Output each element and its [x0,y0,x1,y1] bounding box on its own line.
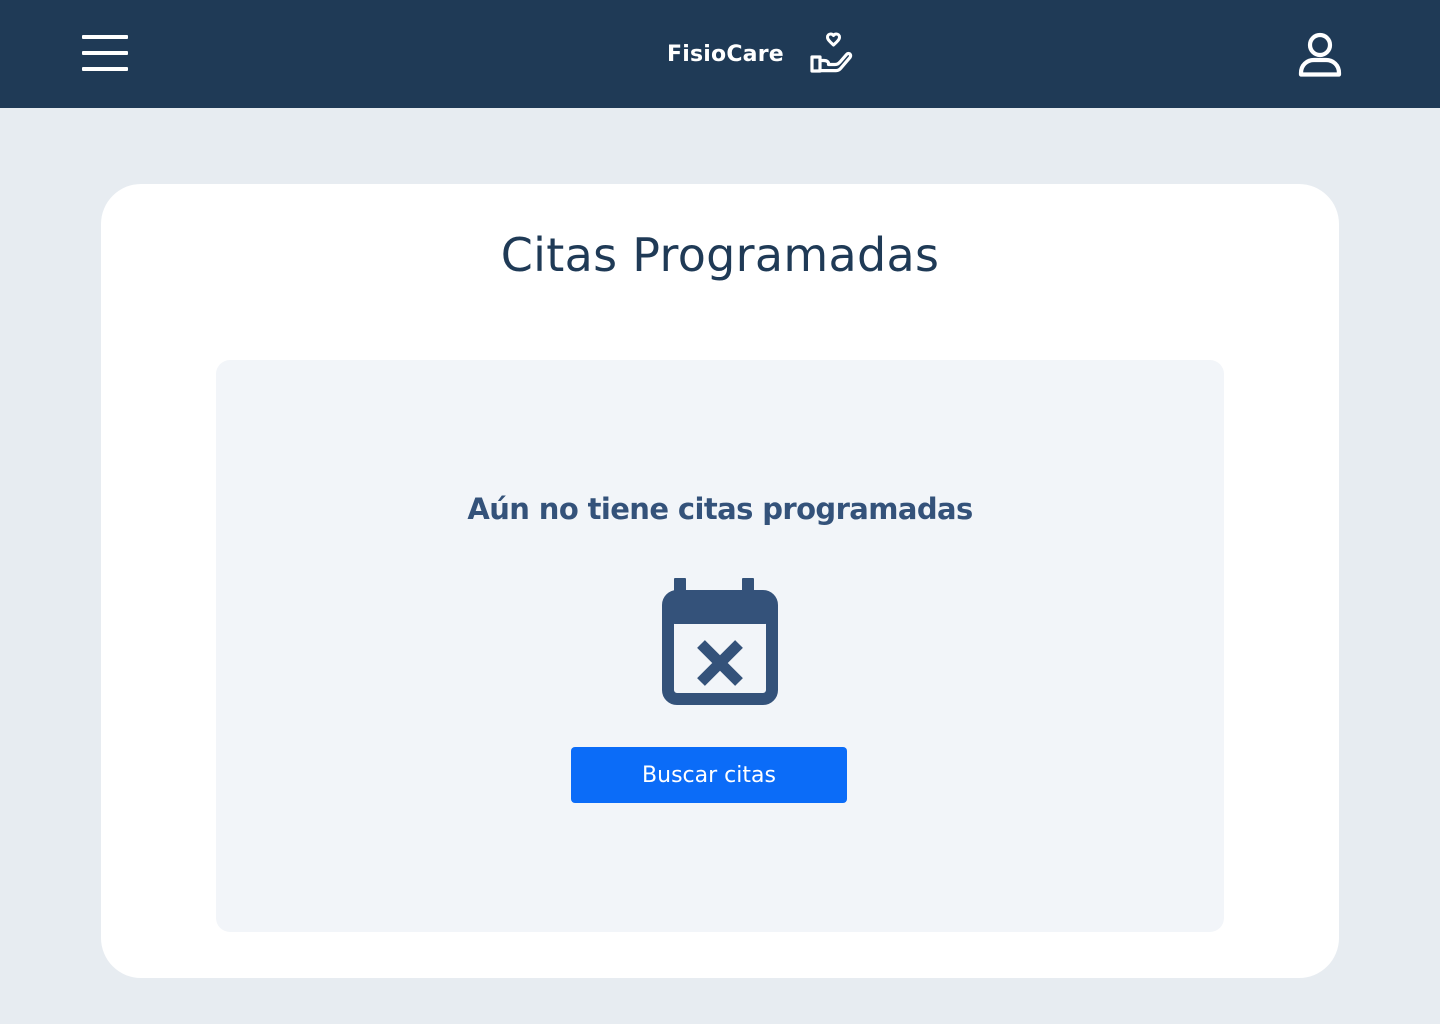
brand-logo[interactable]: FisioCare [667,30,854,78]
menu-icon-line [82,51,128,55]
menu-icon-line [82,67,128,71]
menu-button[interactable] [82,35,128,71]
hand-holding-heart-icon [810,32,853,73]
empty-state-message: Aún no tiene citas programadas [467,492,973,526]
search-appointments-button[interactable]: Buscar citas [571,747,847,803]
brand-name: FisioCare [667,41,784,67]
top-navigation-bar: FisioCare [0,0,1440,108]
menu-icon-line [82,35,128,39]
calendar-x-icon [662,578,778,705]
page-title: Citas Programadas [500,228,940,282]
user-profile-icon[interactable] [1296,32,1344,78]
